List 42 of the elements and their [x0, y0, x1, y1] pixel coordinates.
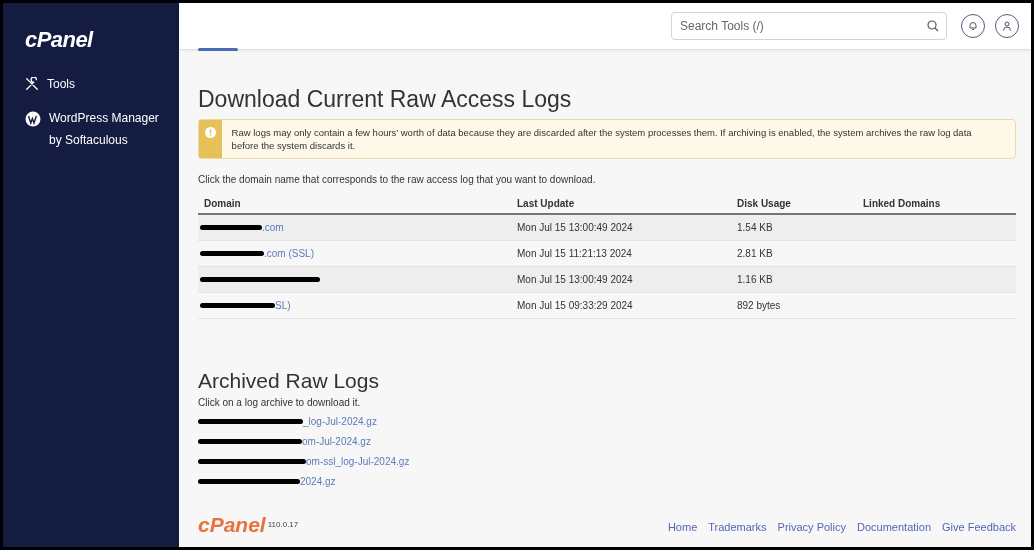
table-cell-text: 1.16 KB — [736, 273, 774, 287]
version: 110.0.17 — [267, 519, 299, 531]
logo: cPanel — [25, 29, 95, 51]
column-header: Linked Domains — [862, 197, 942, 211]
sidebar-item[interactable]: Tools — [15, 73, 167, 95]
domain-link[interactable]: .com — [262, 220, 284, 235]
table-cell-text: Mon Jul 15 09:33:29 2024 — [516, 299, 634, 313]
footer-link[interactable]: Give Feedback — [942, 518, 1016, 535]
footer-link[interactable]: Privacy Policy — [777, 518, 846, 535]
table-cell-text: 892 bytes — [736, 299, 782, 313]
search-icon — [927, 20, 939, 32]
table-cell-text: Mon Jul 15 11:21:13 2024 — [516, 247, 633, 261]
section-title: Archived Raw Logs — [198, 368, 380, 394]
sidebar-item[interactable]: WordPress Manager by Softaculous — [15, 107, 167, 151]
log-link[interactable]: om-Jul-2024.gz — [302, 433, 371, 449]
search-field[interactable]: Search Tools (/) — [671, 12, 947, 40]
page-title: Download Current Raw Access Logs — [198, 85, 573, 113]
footer-logo: cPanel — [198, 514, 266, 535]
alert-text: Raw logs may only contain a few hours’ worth of data because they are discarded after the system processes them. If archiving is enabled, the system archives the raw log data before the system discards it. — [230, 126, 973, 153]
tab-indicator — [198, 48, 238, 51]
log-link[interactable]: 2024.gz — [300, 473, 336, 489]
warning-icon — [204, 127, 216, 138]
instructions: Click on a log archive to download it. — [198, 396, 362, 410]
column-header: Disk Usage — [736, 197, 792, 211]
column-header: Last Update — [516, 197, 576, 211]
footer-link[interactable]: Documentation — [857, 518, 931, 535]
table-cell-text: Mon Jul 15 13:00:49 2024 — [516, 273, 634, 287]
user-icon — [1002, 21, 1012, 31]
log-link[interactable]: _log-Jul-2024.gz — [303, 413, 377, 429]
table-cell-text: 2.81 KB — [736, 247, 774, 261]
bell-icon — [968, 21, 978, 31]
footer-link[interactable]: Trademarks — [708, 518, 767, 535]
domain-link[interactable]: SL) — [275, 298, 291, 313]
domain-link[interactable]: .com (SSL) — [264, 246, 314, 261]
log-link[interactable]: om-ssl_log-Jul-2024.gz — [306, 453, 410, 469]
wordpress-icon — [25, 111, 41, 127]
table-cell-text: Mon Jul 15 13:00:49 2024 — [516, 221, 634, 235]
column-header: Domain — [203, 197, 242, 211]
tools-icon — [25, 77, 39, 91]
footer-link[interactable]: Home — [667, 518, 698, 535]
instructions: Click the domain name that corresponds to the raw access log that you want to download. — [198, 173, 597, 187]
table-cell-text: 1.54 KB — [736, 221, 774, 235]
